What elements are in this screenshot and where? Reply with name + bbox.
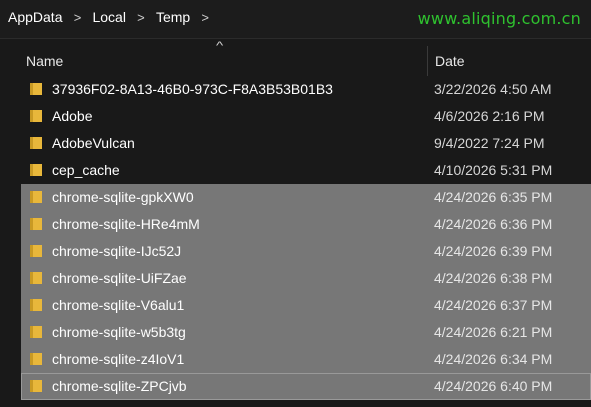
- file-date: 3/22/2026 4:50 AM: [434, 81, 552, 97]
- column-divider[interactable]: [427, 46, 428, 76]
- file-name: chrome-sqlite-gpkXW0: [52, 189, 194, 205]
- file-name: chrome-sqlite-HRe4mM: [52, 216, 200, 232]
- list-item[interactable]: chrome-sqlite-ZPCjvb 4/24/2026 6:40 PM: [21, 373, 591, 400]
- folder-icon: [30, 110, 42, 122]
- file-name: chrome-sqlite-UiFZae: [52, 270, 187, 286]
- folder-icon: [30, 83, 42, 95]
- address-bar[interactable]: AppData > Local > Temp > www.aliqing.com…: [0, 0, 591, 39]
- chevron-right-icon[interactable]: >: [192, 10, 218, 25]
- watermark-text: www.aliqing.com.cn: [417, 9, 581, 28]
- folder-icon: [30, 299, 42, 311]
- list-item[interactable]: AdobeVulcan 9/4/2022 7:24 PM: [21, 130, 591, 157]
- file-date: 4/24/2026 6:35 PM: [434, 189, 553, 205]
- file-name: chrome-sqlite-w5b3tg: [52, 324, 186, 340]
- file-date: 4/24/2026 6:37 PM: [434, 297, 553, 313]
- file-date: 4/24/2026 6:36 PM: [434, 216, 553, 232]
- column-header: ^ Name Date: [0, 40, 591, 78]
- list-item[interactable]: chrome-sqlite-z4IoV1 4/24/2026 6:34 PM: [21, 346, 591, 373]
- list-item[interactable]: chrome-sqlite-HRe4mM 4/24/2026 6:36 PM: [21, 211, 591, 238]
- folder-icon: [30, 380, 42, 392]
- folder-icon: [30, 353, 42, 365]
- list-item[interactable]: chrome-sqlite-IJc52J 4/24/2026 6:39 PM: [21, 238, 591, 265]
- file-name: AdobeVulcan: [52, 135, 135, 151]
- file-date: 9/4/2022 7:24 PM: [434, 135, 545, 151]
- list-item[interactable]: chrome-sqlite-w5b3tg 4/24/2026 6:21 PM: [21, 319, 591, 346]
- list-item[interactable]: Adobe 4/6/2026 2:16 PM: [21, 103, 591, 130]
- file-date: 4/6/2026 2:16 PM: [434, 108, 545, 124]
- file-name: chrome-sqlite-ZPCjvb: [52, 378, 187, 394]
- file-date: 4/24/2026 6:39 PM: [434, 243, 553, 259]
- chevron-right-icon[interactable]: >: [64, 10, 90, 25]
- folder-icon: [30, 218, 42, 230]
- file-explorer-window: AppData > Local > Temp > www.aliqing.com…: [0, 0, 591, 407]
- breadcrumb: AppData > Local > Temp >: [6, 9, 218, 25]
- breadcrumb-item-local[interactable]: Local: [90, 9, 127, 25]
- folder-icon: [30, 191, 42, 203]
- file-name: chrome-sqlite-IJc52J: [52, 243, 182, 259]
- file-name: Adobe: [52, 108, 93, 124]
- breadcrumb-item-appdata[interactable]: AppData: [6, 9, 64, 25]
- folder-icon: [30, 137, 42, 149]
- folder-icon: [30, 272, 42, 284]
- list-item[interactable]: 37936F02-8A13-46B0-973C-F8A3B53B01B3 3/22…: [21, 76, 591, 103]
- file-date: 4/24/2026 6:21 PM: [434, 324, 553, 340]
- file-name: cep_cache: [52, 162, 120, 178]
- file-name: 37936F02-8A13-46B0-973C-F8A3B53B01B3: [52, 81, 333, 97]
- file-date: 4/24/2026 6:40 PM: [434, 378, 553, 394]
- folder-icon: [30, 164, 42, 176]
- chevron-right-icon[interactable]: >: [128, 10, 154, 25]
- file-name: chrome-sqlite-z4IoV1: [52, 351, 185, 367]
- breadcrumb-item-temp[interactable]: Temp: [154, 9, 192, 25]
- column-header-name[interactable]: Name: [26, 53, 63, 69]
- file-date: 4/24/2026 6:38 PM: [434, 270, 553, 286]
- chevron-up-icon: ^: [215, 40, 224, 52]
- folder-icon: [30, 245, 42, 257]
- file-name: chrome-sqlite-V6alu1: [52, 297, 185, 313]
- file-date: 4/10/2026 5:31 PM: [434, 162, 553, 178]
- file-date: 4/24/2026 6:34 PM: [434, 351, 553, 367]
- list-item[interactable]: chrome-sqlite-V6alu1 4/24/2026 6:37 PM: [21, 292, 591, 319]
- list-item[interactable]: chrome-sqlite-gpkXW0 4/24/2026 6:35 PM: [21, 184, 591, 211]
- folder-icon: [30, 326, 42, 338]
- list-item[interactable]: cep_cache 4/10/2026 5:31 PM: [21, 157, 591, 184]
- column-header-date[interactable]: Date: [435, 53, 465, 69]
- list-item[interactable]: chrome-sqlite-UiFZae 4/24/2026 6:38 PM: [21, 265, 591, 292]
